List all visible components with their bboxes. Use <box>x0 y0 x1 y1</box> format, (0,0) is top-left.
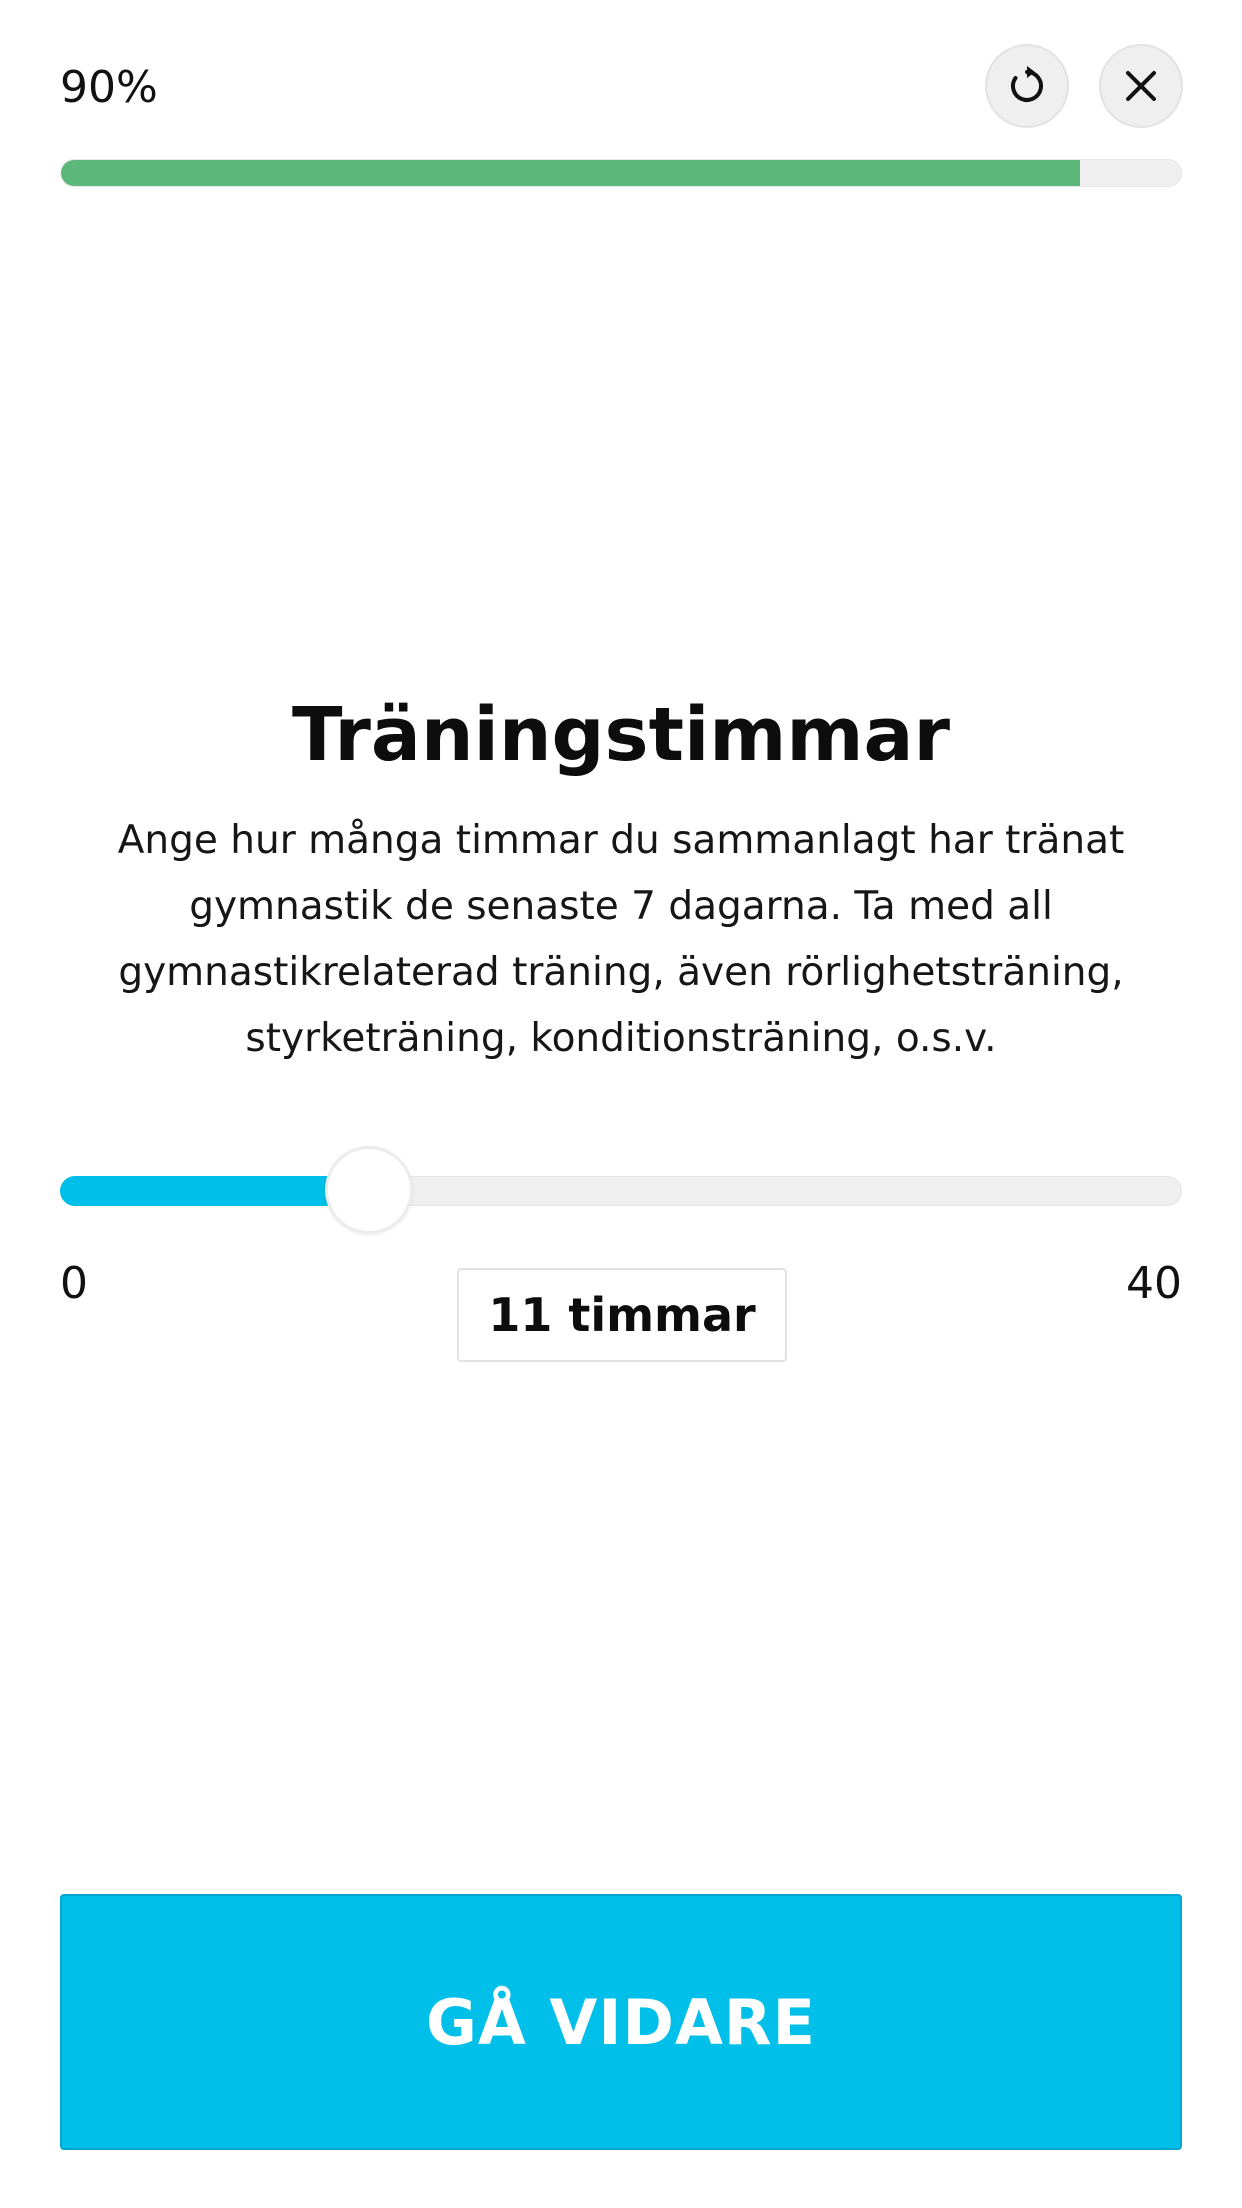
slider-handle[interactable] <box>324 1146 413 1234</box>
slider-max-label: 40 <box>1126 1258 1182 1309</box>
description-line: gymnastik de senaste 7 dagarna. Ta med a… <box>189 884 1053 929</box>
progress-bar-fill <box>61 160 1081 186</box>
restart-button[interactable] <box>985 44 1069 128</box>
progress-percent: 90% <box>60 62 158 113</box>
hours-slider[interactable] <box>60 1146 1182 1234</box>
description-line: styrketräning, konditionsträning, o.s.v. <box>245 1016 997 1061</box>
progress-bar <box>60 159 1182 187</box>
close-icon <box>1123 68 1159 104</box>
description-line: Ange hur många timmar du sammanlagt har … <box>117 818 1125 863</box>
description-line: gymnastikrelaterad träning, även rörligh… <box>118 950 1124 995</box>
slider-fill <box>60 1176 369 1206</box>
continue-button[interactable]: GÅ VIDARE <box>60 1894 1182 2150</box>
question-description: Ange hur många timmar du sammanlagt har … <box>60 808 1182 1072</box>
slider-value-display: 11 timmar <box>457 1268 787 1362</box>
question-title: Träningstimmar <box>292 692 950 778</box>
slider-min-label: 0 <box>60 1258 88 1309</box>
restart-icon <box>1006 65 1048 107</box>
close-button[interactable] <box>1099 44 1183 128</box>
